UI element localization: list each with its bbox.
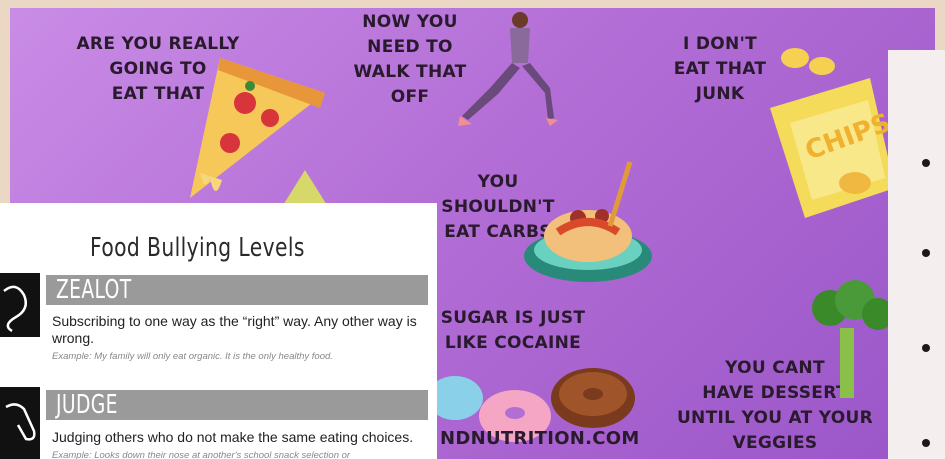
broccoli-illustration: [812, 280, 894, 398]
chips-bag-illustration: CHIPS: [770, 48, 895, 218]
zealot-icon: [0, 273, 40, 337]
bullet-point: [922, 249, 930, 257]
website-label: NDNUTRITION.COM: [440, 428, 640, 449]
bullet-point: [922, 439, 930, 447]
food-bullying-levels-card: Food Bullying Levels ZEALOT Subscribing …: [0, 203, 437, 459]
zealot-description: Subscribing to one way as the “right” wa…: [52, 313, 417, 346]
judge-bar: JUDGE: [46, 390, 428, 420]
zealot-heading: ZEALOT: [56, 275, 132, 305]
bullet-point: [922, 344, 930, 352]
right-slide-panel: [888, 50, 945, 459]
judge-description: Judging others who do not make the same …: [52, 429, 414, 445]
judge-example: Example: Looks down their nose at anothe…: [52, 450, 351, 459]
runner-illustration: [458, 12, 558, 126]
zealot-bar: ZEALOT: [46, 275, 428, 305]
card-title: Food Bullying Levels: [90, 233, 305, 263]
zealot-example: Example: My family will only eat organic…: [52, 351, 333, 362]
phrase-sugar: SUGAR IS JUST LIKE COCAINE: [440, 308, 586, 353]
spaghetti-plate-illustration: [524, 161, 652, 282]
judge-icon: [0, 387, 40, 459]
phrase-junk: I DON'T EAT THAT JUNK: [673, 34, 767, 104]
judge-heading: JUDGE: [56, 390, 118, 420]
bullet-point: [922, 159, 930, 167]
